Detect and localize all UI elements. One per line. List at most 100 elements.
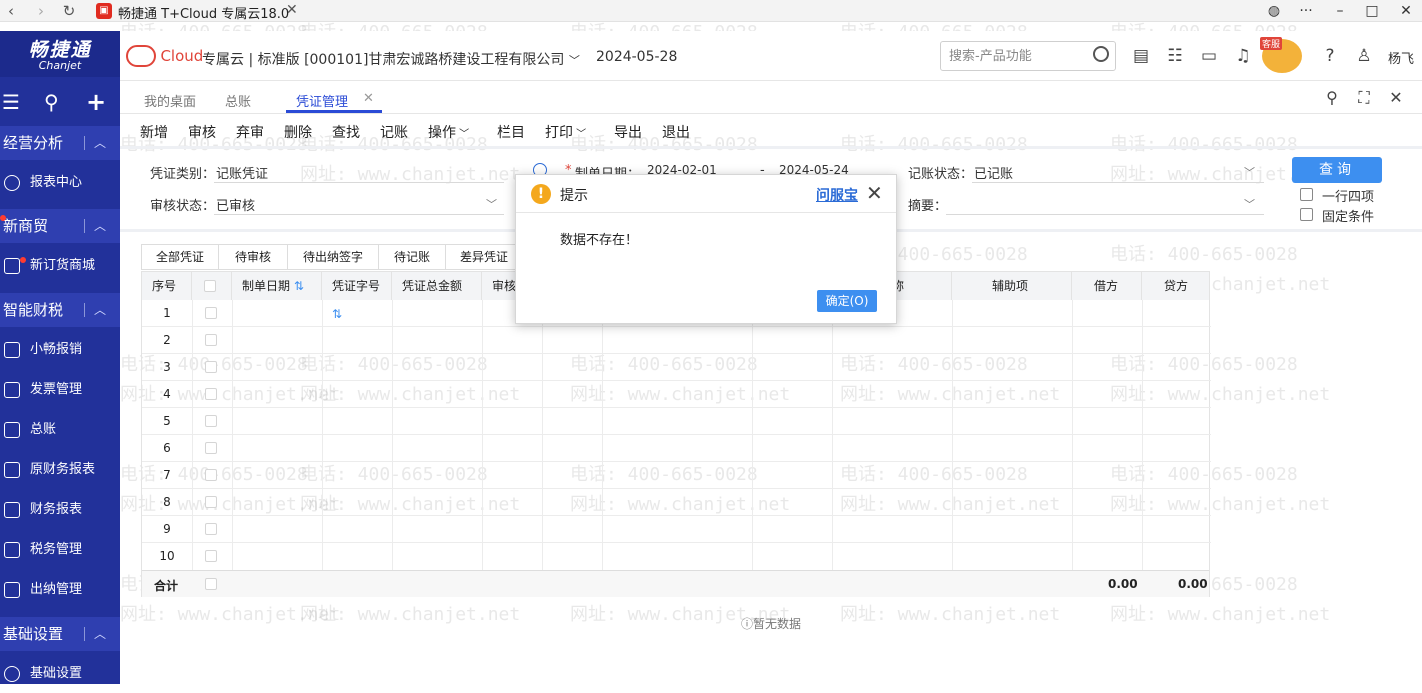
more-icon[interactable]: ··· bbox=[1294, 1, 1318, 21]
help-link[interactable]: 问服宝 bbox=[816, 185, 858, 205]
chevron-up-icon[interactable]: ︿ bbox=[94, 126, 106, 160]
pie-chart-icon bbox=[4, 175, 20, 191]
user-name[interactable]: 杨飞 bbox=[1388, 48, 1414, 67]
sidebar-item-report-center[interactable]: 报表中心 bbox=[0, 164, 120, 202]
chevron-down-icon[interactable]: ﹀ bbox=[1244, 164, 1255, 180]
ok-button[interactable]: 确定(O) bbox=[817, 290, 877, 312]
search-icon[interactable] bbox=[1093, 46, 1109, 62]
message-icon[interactable]: ▭ bbox=[1199, 46, 1219, 66]
sidebar-item-general-ledger[interactable]: 总账 bbox=[0, 411, 120, 449]
refresh-icon[interactable]: ↻ bbox=[60, 2, 78, 20]
sidebar-item-order-mall[interactable]: 新订货商城 bbox=[0, 247, 120, 285]
sidebar-item-finance-reports[interactable]: 财务报表 bbox=[0, 491, 120, 529]
forward-icon[interactable]: › bbox=[32, 2, 50, 20]
subtab-difference[interactable]: 差异凭证 bbox=[445, 244, 523, 270]
sidebar-item-basic-settings[interactable]: 基础设置 bbox=[0, 655, 120, 693]
search-box[interactable] bbox=[940, 41, 1116, 71]
row-checkbox[interactable] bbox=[205, 334, 217, 346]
sidebar-item-invoice[interactable]: 发票管理 bbox=[0, 371, 120, 409]
tab-close-icon[interactable]: ✕ bbox=[286, 2, 298, 18]
row-checkbox[interactable] bbox=[205, 550, 217, 562]
option-one-row-four[interactable]: 一行四项 bbox=[1300, 186, 1374, 205]
fullscreen-icon[interactable]: ⛶ bbox=[1354, 88, 1374, 108]
post-status-select[interactable]: 已记账 bbox=[974, 163, 1013, 182]
sidebar-group-analysis[interactable]: 经营分析 ︿ bbox=[0, 126, 120, 160]
maximize-icon[interactable]: □ bbox=[1360, 1, 1384, 21]
row-checkbox[interactable] bbox=[205, 523, 217, 535]
chevron-up-icon[interactable]: ︿ bbox=[94, 209, 106, 243]
sidebar-item-cashier[interactable]: 出纳管理 bbox=[0, 571, 120, 609]
toolbar-operate-button[interactable]: 操作 ﹀ bbox=[428, 122, 469, 142]
row-checkbox[interactable] bbox=[205, 307, 217, 319]
checkbox[interactable] bbox=[1300, 188, 1313, 201]
sidebar-item-expense[interactable]: 小畅报销 bbox=[0, 331, 120, 369]
row-checkbox[interactable] bbox=[205, 578, 217, 590]
bell-icon[interactable]: ♫ bbox=[1233, 46, 1253, 66]
company-selector[interactable]: 专属云 | 标准版 [000101]甘肃宏诚路桥建设工程有限公司 ﹀ bbox=[202, 49, 580, 69]
subtab-pending-post[interactable]: 待记账 bbox=[378, 244, 446, 270]
search-icon[interactable]: ⚲ bbox=[1322, 88, 1342, 108]
toolbar-audit-button[interactable]: 审核 bbox=[188, 122, 216, 142]
help-icon[interactable]: ? bbox=[1320, 46, 1340, 66]
menu-collapse-icon[interactable]: ☰ bbox=[2, 87, 20, 117]
row-checkbox[interactable] bbox=[205, 388, 217, 400]
toolbar-new-button[interactable]: 新增 bbox=[140, 122, 168, 142]
row-checkbox[interactable] bbox=[205, 496, 217, 508]
sidebar-item-old-reports[interactable]: 原财务报表 bbox=[0, 451, 120, 489]
toolbar-find-button[interactable]: 查找 bbox=[332, 122, 360, 142]
task-list-icon[interactable]: ☷ bbox=[1165, 46, 1185, 66]
chevron-up-icon[interactable]: ︿ bbox=[94, 617, 106, 651]
select-all-checkbox[interactable] bbox=[204, 280, 216, 292]
row-checkbox[interactable] bbox=[205, 469, 217, 481]
globe-icon[interactable]: ◍ bbox=[1262, 1, 1286, 21]
audit-status-select[interactable]: 已审核 bbox=[216, 195, 255, 214]
column-header-voucher-no[interactable]: 凭证字号 ⇅ bbox=[322, 272, 392, 321]
tab-general-ledger[interactable]: 总账 bbox=[225, 91, 251, 110]
chevron-down-icon[interactable]: ﹀ bbox=[486, 196, 497, 212]
search-input[interactable] bbox=[949, 47, 1089, 65]
toolbar-post-button[interactable]: 记账 bbox=[380, 122, 408, 142]
sidebar-group-trade[interactable]: 新商贸 ︿ bbox=[0, 209, 120, 243]
tab-close-icon[interactable]: ✕ bbox=[363, 91, 374, 106]
row-checkbox[interactable] bbox=[205, 442, 217, 454]
close-icon[interactable]: ✕ bbox=[1386, 88, 1406, 108]
tab-voucher-management[interactable]: 凭证管理 bbox=[296, 91, 348, 110]
add-icon[interactable]: + bbox=[86, 87, 106, 117]
calculator-icon[interactable]: ▤ bbox=[1131, 46, 1151, 66]
column-header-date[interactable]: 制单日期 ⇅ bbox=[232, 272, 322, 300]
close-icon[interactable]: ✕ bbox=[866, 181, 883, 205]
toolbar-exit-button[interactable]: 退出 bbox=[662, 122, 690, 142]
watermark-site: 网址: www.chanjet.net bbox=[120, 604, 341, 625]
subtab-pending-audit[interactable]: 待审核 bbox=[218, 244, 288, 270]
chevron-up-icon[interactable]: ︿ bbox=[94, 293, 106, 327]
login-date[interactable]: 2024-05-28 bbox=[596, 49, 677, 65]
voucher-type-select[interactable]: 记账凭证 bbox=[216, 163, 268, 182]
row-checkbox[interactable] bbox=[205, 361, 217, 373]
checkbox[interactable] bbox=[1300, 208, 1313, 221]
sidebar-group-basic[interactable]: 基础设置 ︿ bbox=[0, 617, 120, 651]
search-icon[interactable]: ⚲ bbox=[44, 87, 59, 117]
minimize-icon[interactable]: – bbox=[1328, 1, 1352, 21]
column-header-aux: 辅助项 bbox=[952, 272, 1072, 300]
sidebar-item-tax[interactable]: 税务管理 bbox=[0, 531, 120, 569]
subtab-all[interactable]: 全部凭证 bbox=[141, 244, 219, 270]
option-fixed-conditions[interactable]: 固定条件 bbox=[1300, 206, 1374, 225]
toolbar-export-button[interactable]: 导出 bbox=[614, 122, 642, 142]
sidebar-group-finance-tax[interactable]: 智能财税 ︿ bbox=[0, 293, 120, 327]
chevron-down-icon[interactable]: ﹀ bbox=[1244, 196, 1255, 212]
row-checkbox[interactable] bbox=[205, 415, 217, 427]
company-name: 专属云 | 标准版 [000101]甘肃宏诚路桥建设工程有限公司 bbox=[202, 52, 565, 68]
toolbar-delete-button[interactable]: 删除 bbox=[284, 122, 312, 142]
user-icon[interactable]: ♙ bbox=[1354, 46, 1374, 66]
close-window-icon[interactable]: ✕ bbox=[1394, 1, 1418, 21]
customer-service-mascot[interactable]: 客服 bbox=[1260, 37, 1302, 73]
back-icon[interactable]: ‹ bbox=[2, 2, 20, 20]
toolbar-print-button[interactable]: 打印 ﹀ bbox=[545, 122, 586, 142]
tab-my-desktop[interactable]: 我的桌面 bbox=[144, 91, 196, 110]
table-row-number: 8 bbox=[163, 495, 171, 509]
toolbar-unaudit-button[interactable]: 弃审 bbox=[236, 122, 264, 142]
query-button[interactable]: 查询 bbox=[1292, 157, 1382, 183]
toolbar-columns-button[interactable]: 栏目 bbox=[497, 122, 525, 142]
window-title[interactable]: 畅捷通 T+Cloud 专属云18.0 bbox=[118, 3, 289, 22]
subtab-pending-cashier[interactable]: 待出纳签字 bbox=[287, 244, 379, 270]
